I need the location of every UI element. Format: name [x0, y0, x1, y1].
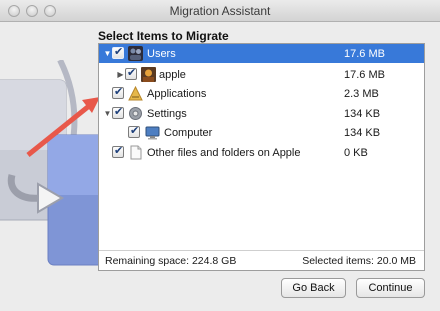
items-list[interactable]: ▼ Users 17.6 MB ▶ apple 17.6 MB Applicat…	[98, 43, 425, 271]
list-item-apple[interactable]: ▶ apple 17.6 MB	[99, 65, 424, 84]
item-label: Other files and folders on Apple	[147, 146, 301, 159]
gear-icon	[129, 107, 142, 120]
disclosure-collapsed-icon[interactable]: ▶	[116, 70, 125, 79]
apple-checkbox[interactable]	[125, 66, 137, 80]
item-label: Applications	[147, 87, 207, 100]
title-bar: Migration Assistant	[0, 0, 440, 22]
remaining-space-label: Remaining space: 224.8 GB	[105, 255, 237, 267]
item-size: 134 KB	[344, 126, 381, 139]
item-size: 17.6 MB	[344, 47, 385, 60]
item-size: 134 KB	[344, 107, 381, 120]
list-item-other-files[interactable]: Other files and folders on Apple 0 KB	[99, 143, 424, 162]
users-checkbox[interactable]	[112, 45, 124, 59]
item-label: apple	[159, 68, 186, 81]
applications-icon	[128, 86, 143, 101]
list-item-users[interactable]: ▼ Users 17.6 MB	[99, 44, 424, 63]
disclosure-expanded-icon[interactable]: ▼	[103, 49, 112, 58]
user-avatar-icon	[141, 67, 156, 82]
selected-items-label: Selected items: 20.0 MB	[302, 255, 416, 267]
item-size: 2.3 MB	[344, 87, 379, 100]
computer-checkbox[interactable]	[128, 124, 140, 138]
list-item-applications[interactable]: Applications 2.3 MB	[99, 84, 424, 103]
item-label: Computer	[164, 126, 213, 139]
document-icon	[130, 145, 142, 160]
section-heading: Select Items to Migrate	[98, 29, 229, 43]
item-size: 17.6 MB	[344, 68, 385, 81]
continue-button[interactable]: Continue	[356, 278, 425, 298]
users-icon	[128, 46, 143, 61]
computer-icon	[145, 126, 160, 140]
migration-assistant-illustration	[0, 60, 110, 266]
item-label: Users	[147, 47, 176, 60]
item-label: Settings	[147, 107, 187, 120]
applications-checkbox[interactable]	[112, 85, 124, 99]
list-item-computer[interactable]: Computer 134 KB	[99, 123, 424, 142]
list-item-settings[interactable]: ▼ Settings 134 KB	[99, 104, 424, 123]
settings-checkbox[interactable]	[112, 105, 124, 119]
go-back-button[interactable]: Go Back	[281, 278, 346, 298]
window-title: Migration Assistant	[169, 4, 271, 18]
status-bar: Remaining space: 224.8 GB Selected items…	[99, 250, 424, 270]
disclosure-expanded-icon[interactable]: ▼	[103, 109, 112, 118]
item-size: 0 KB	[344, 146, 368, 159]
other-files-checkbox[interactable]	[112, 144, 124, 158]
